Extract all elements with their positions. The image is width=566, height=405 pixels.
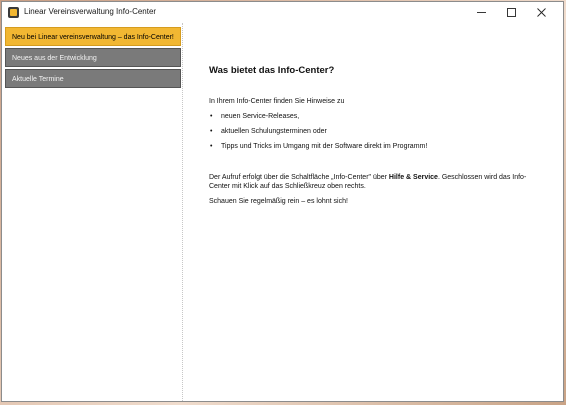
closing-text: Schauen Sie regelmäßig rein – es lohnt s… bbox=[209, 198, 348, 205]
list-item: aktuellen Schulungsterminen oder bbox=[209, 127, 539, 136]
app-icon bbox=[8, 7, 19, 18]
minimize-icon bbox=[476, 12, 486, 13]
usage-paragraph: Der Aufruf erfolgt über die Schaltfläche… bbox=[209, 173, 539, 191]
sidebar: Neu bei Linear vereinsverwaltung – das I… bbox=[2, 23, 183, 401]
window-title: Linear Vereinsverwaltung Info-Center bbox=[24, 7, 157, 16]
sidebar-item-aktuelle-termine[interactable]: Aktuelle Termine bbox=[5, 69, 181, 88]
sidebar-item-neues-aus-der-entwicklung[interactable]: Neues aus der Entwicklung bbox=[5, 48, 181, 67]
sidebar-item-info-center[interactable]: Neu bei Linear vereinsverwaltung – das I… bbox=[5, 27, 181, 46]
intro-text: In Ihrem Info-Center finden Sie Hinweise… bbox=[209, 98, 345, 105]
feature-list: neuen Service-Releases, aktuellen Schulu… bbox=[209, 112, 539, 151]
list-item: neuen Service-Releases, bbox=[209, 112, 539, 121]
usage-text-start: Der Aufruf erfolgt über die Schaltfläche… bbox=[209, 174, 389, 181]
minimize-button[interactable] bbox=[466, 2, 496, 23]
close-button[interactable] bbox=[526, 2, 556, 23]
close-icon bbox=[536, 8, 546, 17]
info-center-window: Linear Vereinsverwaltung Info-Center Neu… bbox=[1, 1, 564, 402]
maximize-button[interactable] bbox=[496, 2, 526, 23]
list-item: Tipps und Tricks im Umgang mit der Softw… bbox=[209, 142, 539, 151]
title-bar: Linear Vereinsverwaltung Info-Center bbox=[2, 2, 563, 23]
page-title: Was bietet das Info-Center? bbox=[209, 65, 335, 76]
maximize-icon bbox=[506, 8, 516, 17]
hilfe-service-label: Hilfe & Service bbox=[388, 174, 438, 181]
content-panel: Was bietet das Info-Center? In Ihrem Inf… bbox=[209, 66, 539, 212]
